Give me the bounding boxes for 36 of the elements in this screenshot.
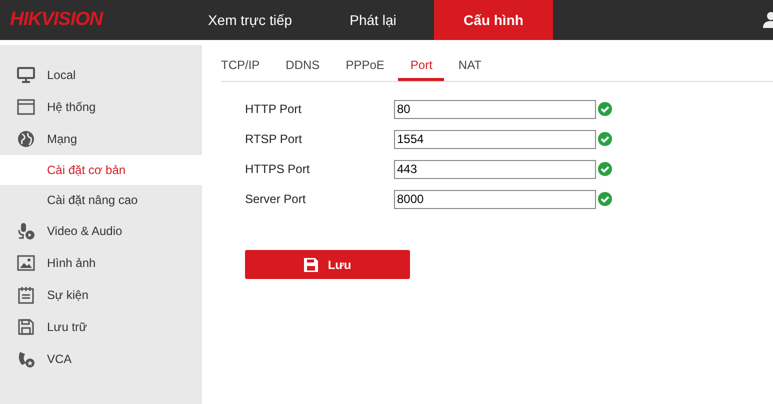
image-icon [17,254,35,272]
sidebar-item[interactable]: Local [0,59,202,91]
field-label: Server Port [245,192,307,206]
tab[interactable]: DDNS [286,50,320,81]
port-field[interactable]: 80 [394,100,596,118]
field-label: HTTP Port [245,102,302,116]
port-field[interactable]: 443 [394,160,596,178]
nav-tab[interactable]: Cấu hình [434,0,553,40]
nav-tab[interactable]: Phát lại [312,0,434,40]
save-button[interactable]: Lưu [245,250,410,279]
sidebar-item[interactable]: Mạng [0,123,202,155]
window-icon [17,98,35,116]
port-field[interactable]: 8000 [394,190,596,208]
field-label: HTTPS Port [245,162,311,176]
sidebar-item[interactable]: Sự kiện [0,279,202,311]
sidebar-item[interactable]: Hình ảnh [0,247,202,279]
sidebar-subitem[interactable]: Cài đặt cơ bản [0,155,202,185]
tab[interactable]: NAT [458,50,482,81]
sidebar-item[interactable]: Hệ thống [0,91,202,123]
sidebar-item[interactable]: Lưu trữ [0,311,202,343]
globe-icon [17,130,35,148]
microphone-icon [17,222,35,240]
sidebar-subitem[interactable]: Cài đặt nâng cao [0,185,202,215]
nav-tab[interactable]: Xem trực tiếp [188,0,312,40]
monitor-icon [17,66,35,84]
tab[interactable]: TCP/IP [221,50,260,81]
user-icon[interactable] [762,12,773,28]
tab[interactable]: Port [398,50,444,81]
sidebar-item[interactable]: Video & Audio [0,215,202,247]
logo: HIKVISION [9,9,104,31]
sidebar-item[interactable]: VCA [0,343,202,375]
save-icon [304,258,318,272]
calendar-icon [17,286,35,304]
port-field[interactable]: 1554 [394,130,596,148]
field-label: RTSP Port [245,132,303,146]
tab[interactable]: PPPoE [346,50,384,81]
